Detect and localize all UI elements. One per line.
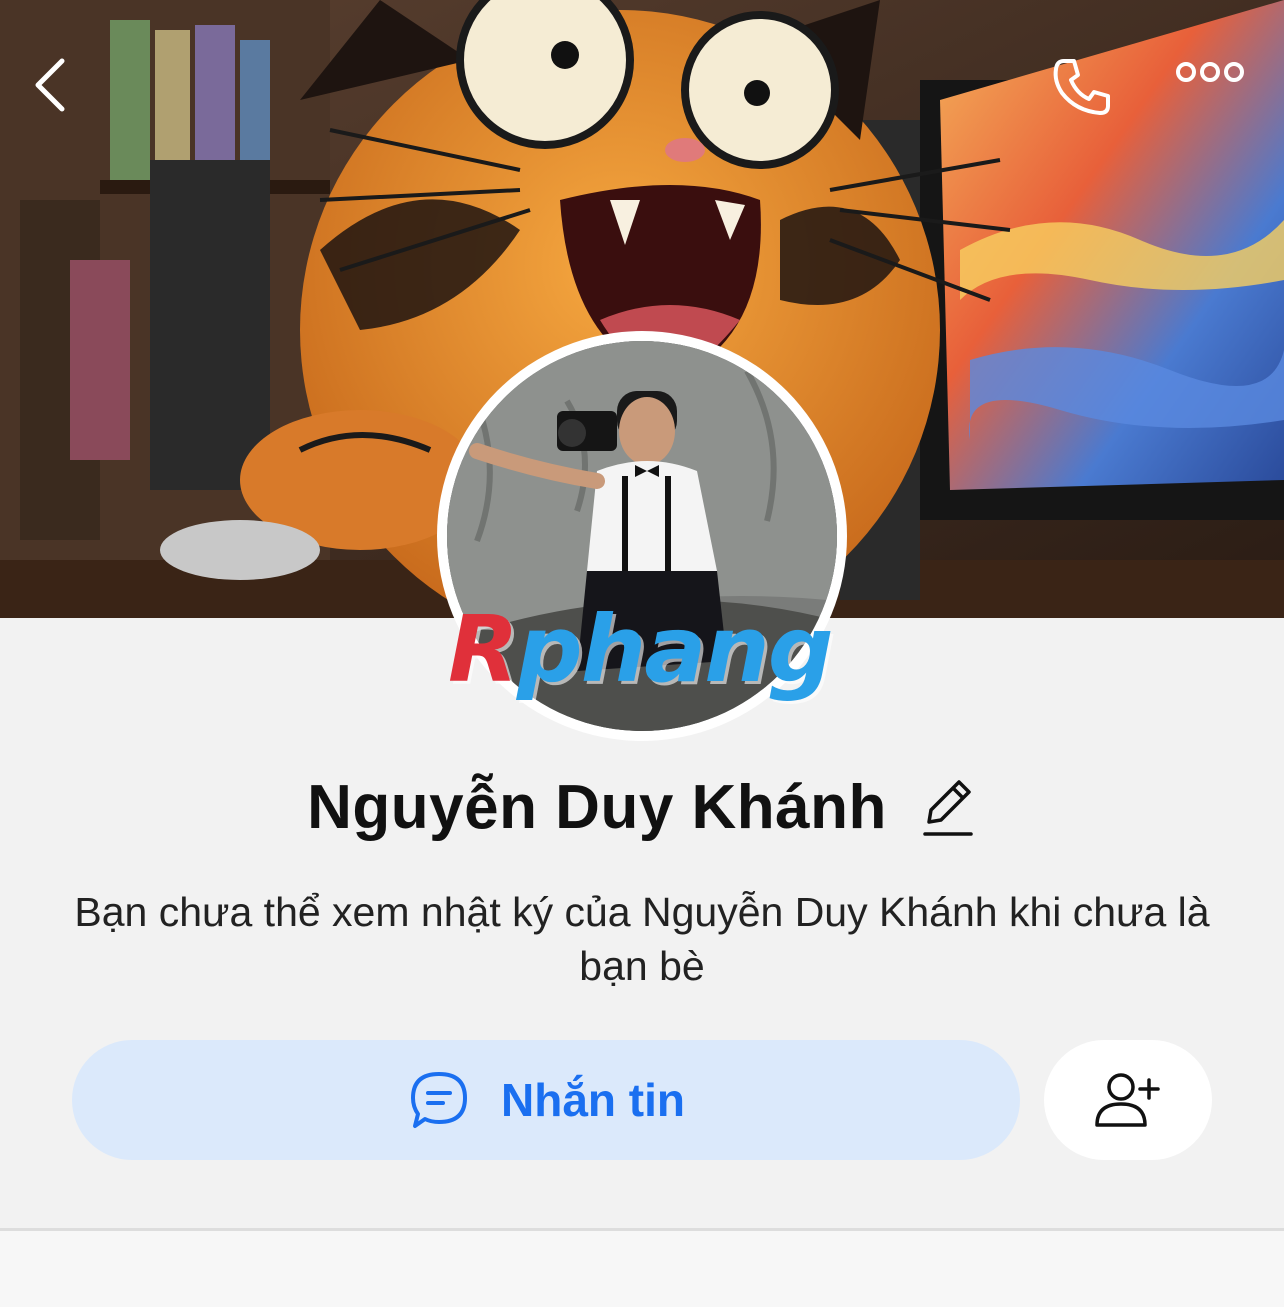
back-button[interactable] [30,55,100,125]
more-dots-icon [1176,62,1244,82]
phone-icon [1053,59,1110,115]
chat-bubble-icon [411,1072,467,1128]
add-friend-icon [1095,1073,1160,1127]
message-button-label: Nhắn tin [501,1074,685,1126]
message-button[interactable]: Nhắn tin [72,1040,1020,1160]
name-row: Nguyễn Duy Khánh [0,762,1284,852]
more-button[interactable] [1175,60,1265,120]
watermark-r: R [448,596,519,703]
bottom-area [0,1231,1284,1307]
pencil-icon [923,780,973,836]
edit-name-button[interactable] [917,772,977,842]
privacy-notice: Bạn chưa thể xem nhật ký của Nguyễn Duy … [74,889,1210,989]
profile-name: Nguyễn Duy Khánh [307,772,887,842]
profile-screen: Rphang Nguyễn Duy Khánh Bạn chưa thể xem… [0,0,1284,1307]
watermark-rest: phang [516,596,834,703]
watermark-logo: Rphang [448,600,848,700]
call-button[interactable] [1050,55,1130,125]
chevron-left-icon [35,58,65,112]
add-friend-button[interactable] [1044,1040,1212,1160]
